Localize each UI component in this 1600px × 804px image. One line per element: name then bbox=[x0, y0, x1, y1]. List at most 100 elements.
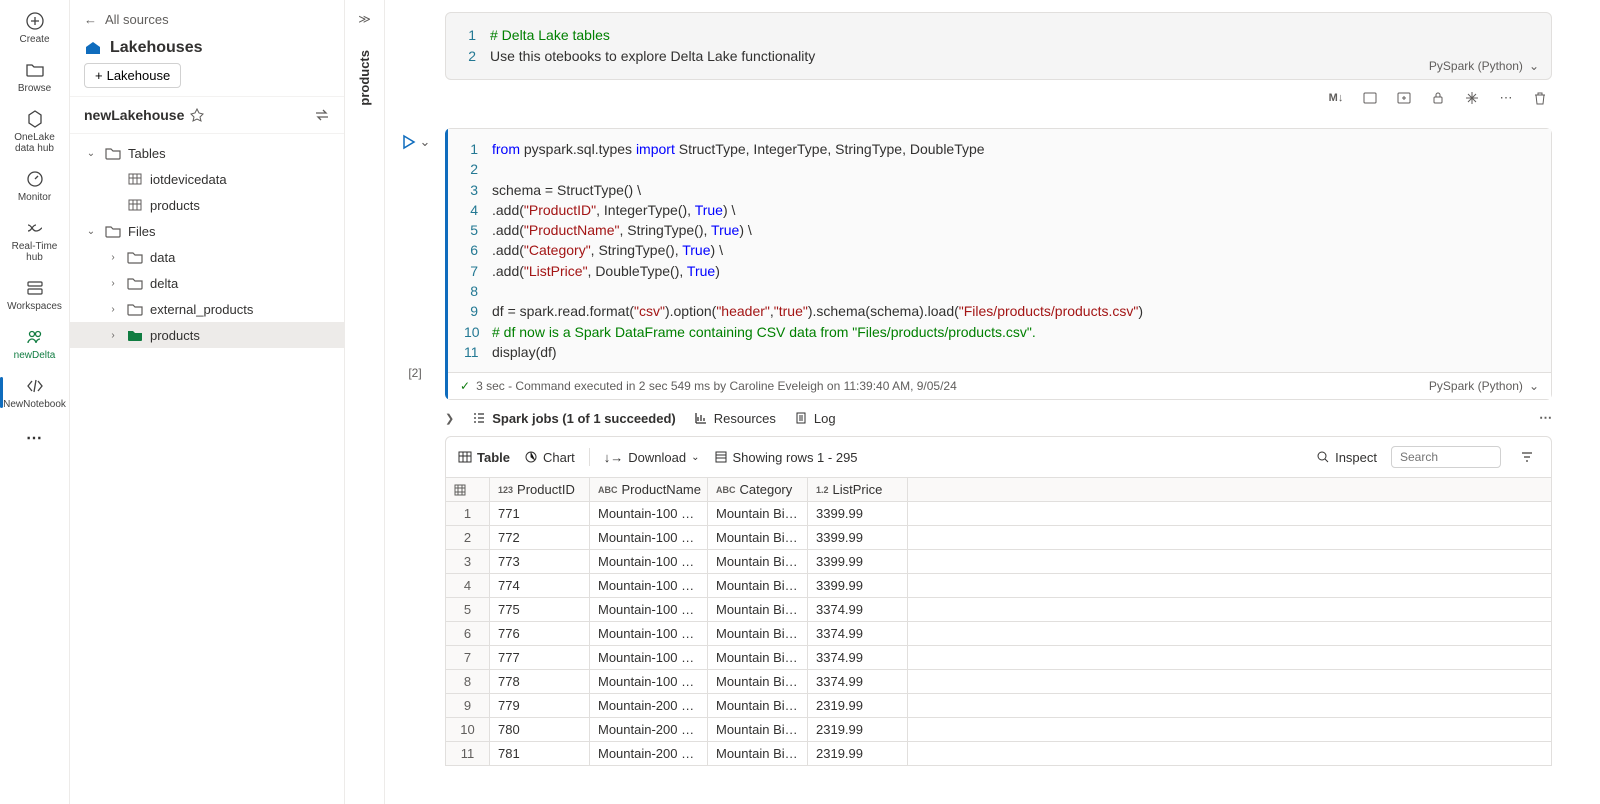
folder-solid-icon bbox=[126, 327, 144, 343]
table-row[interactable]: 5775Mountain-100 Bla...Mountain Bikes337… bbox=[446, 598, 1551, 622]
freeze-icon[interactable] bbox=[1460, 86, 1484, 110]
add-below-icon[interactable] bbox=[1392, 86, 1416, 110]
code-cell[interactable]: 1from pyspark.sql.types import StructTyp… bbox=[445, 128, 1552, 400]
current-lakehouse: newLakehouse bbox=[84, 107, 184, 123]
table-icon bbox=[126, 197, 144, 213]
tree-label: delta bbox=[150, 276, 178, 291]
table-row[interactable]: 11781Mountain-200 Silv...Mountain Bikes2… bbox=[446, 742, 1551, 765]
chevron-icon: › bbox=[106, 304, 120, 315]
table-row[interactable]: 4774Mountain-100 Silv...Mountain Bikes33… bbox=[446, 574, 1551, 598]
tree-label: data bbox=[150, 250, 175, 265]
stream-icon bbox=[24, 217, 46, 239]
rail-onelake[interactable]: OneLake data hub bbox=[5, 102, 65, 160]
chevron-down-icon: ⌄ bbox=[1529, 379, 1539, 393]
run-cell-icon[interactable] bbox=[400, 134, 416, 150]
code-brackets-icon bbox=[24, 375, 46, 397]
tree-item-products[interactable]: ›products bbox=[70, 322, 344, 348]
inspect-button[interactable]: Inspect bbox=[1316, 450, 1377, 465]
results-grid: 123 ProductIDABC ProductNameABC Category… bbox=[445, 478, 1552, 766]
lock-icon[interactable] bbox=[1426, 86, 1450, 110]
tree-item-products[interactable]: products bbox=[70, 192, 344, 218]
folder-icon bbox=[126, 301, 144, 317]
back-all-sources[interactable]: ← All sources bbox=[84, 8, 330, 31]
list-icon bbox=[472, 411, 486, 425]
table-row[interactable]: 2772Mountain-100 Silv...Mountain Bikes33… bbox=[446, 526, 1551, 550]
col-header-Category[interactable]: ABC Category bbox=[708, 478, 808, 501]
arrow-left-icon: ← bbox=[84, 12, 97, 27]
rail-create[interactable]: Create bbox=[5, 4, 65, 51]
table-row[interactable]: 10780Mountain-200 Silv...Mountain Bikes2… bbox=[446, 718, 1551, 742]
output-more-icon[interactable]: ⋯ bbox=[1539, 410, 1552, 426]
spark-jobs-tab[interactable]: Spark jobs (1 of 1 succeeded) bbox=[472, 411, 676, 426]
tree-item-data[interactable]: ›data bbox=[70, 244, 344, 270]
chevron-down-icon: ⌄ bbox=[691, 452, 699, 463]
results-toolbar: Table Chart ↓→ Download ⌄ Showing rows 1… bbox=[445, 436, 1552, 478]
chevron-right-icon[interactable]: ❯ bbox=[445, 412, 454, 425]
sync-icon[interactable] bbox=[314, 107, 330, 123]
folder-icon bbox=[104, 223, 122, 239]
table-row[interactable]: 1771Mountain-100 Silv...Mountain Bikes33… bbox=[446, 502, 1551, 526]
language-selector[interactable]: PySpark (Python) ⌄ bbox=[1429, 59, 1539, 73]
tree-item-files[interactable]: ⌄Files bbox=[70, 218, 344, 244]
rail-browse[interactable]: Browse bbox=[5, 53, 65, 100]
delete-icon[interactable] bbox=[1528, 86, 1552, 110]
language-selector[interactable]: PySpark (Python) ⌄ bbox=[1429, 379, 1539, 393]
chart-view-button[interactable]: Chart bbox=[524, 450, 575, 465]
markdown-toggle-icon[interactable]: M↓ bbox=[1324, 86, 1348, 110]
col-header-ProductID[interactable]: 123 ProductID bbox=[490, 478, 590, 501]
file-tree: ⌄Tablesiotdevicedataproducts⌄Files›data›… bbox=[70, 134, 344, 804]
hexagon-icon bbox=[24, 108, 46, 130]
chevron-down-icon[interactable]: ⌄ bbox=[420, 134, 431, 150]
table-icon bbox=[458, 450, 472, 464]
lakehouses-title: Lakehouses bbox=[84, 31, 330, 63]
pin-icon[interactable] bbox=[190, 108, 204, 122]
search-input[interactable] bbox=[1391, 446, 1501, 468]
vertical-tab-label[interactable]: products bbox=[357, 50, 372, 106]
rail-workspaces[interactable]: Workspaces bbox=[5, 271, 65, 318]
table-row[interactable]: 9779Mountain-200 Silv...Mountain Bikes23… bbox=[446, 694, 1551, 718]
chevron-icon: ⌄ bbox=[84, 148, 98, 159]
explorer-panel: ← All sources Lakehouses + Lakehouse new… bbox=[70, 0, 345, 804]
more-icon[interactable]: ⋯ bbox=[1494, 86, 1518, 110]
chevron-icon: › bbox=[106, 330, 120, 341]
row-index-header[interactable] bbox=[446, 478, 490, 501]
add-lakehouse-button[interactable]: + Lakehouse bbox=[84, 63, 181, 88]
add-above-icon[interactable] bbox=[1358, 86, 1382, 110]
tree-label: iotdevicedata bbox=[150, 172, 227, 187]
rows-info: Showing rows 1 - 295 bbox=[714, 450, 858, 465]
table-view-button[interactable]: Table bbox=[458, 450, 510, 465]
table-row[interactable]: 3773Mountain-100 Silv...Mountain Bikes33… bbox=[446, 550, 1551, 574]
tree-item-tables[interactable]: ⌄Tables bbox=[70, 140, 344, 166]
cell-toolbar: M↓ ⋯ bbox=[385, 80, 1600, 116]
tree-item-external_products[interactable]: ›external_products bbox=[70, 296, 344, 322]
markdown-cell[interactable]: 1# Delta Lake tables2Use this otebooks t… bbox=[445, 12, 1552, 80]
tree-label: products bbox=[150, 198, 200, 213]
cell-footer: ✓ 3 sec - Command executed in 2 sec 549 … bbox=[448, 372, 1551, 399]
filter-icon[interactable] bbox=[1515, 445, 1539, 469]
table-row[interactable]: 7777Mountain-100 Bla...Mountain Bikes337… bbox=[446, 646, 1551, 670]
resources-tab[interactable]: Resources bbox=[694, 411, 776, 426]
folder-icon bbox=[126, 249, 144, 265]
table-row[interactable]: 6776Mountain-100 Bla...Mountain Bikes337… bbox=[446, 622, 1551, 646]
chevron-right-icon[interactable]: ≫ bbox=[354, 8, 375, 30]
rail-newnotebook[interactable]: NewNotebook bbox=[5, 369, 65, 416]
rail-more[interactable]: ⋯ bbox=[5, 418, 65, 454]
rail-newdelta[interactable]: newDelta bbox=[5, 320, 65, 367]
chart-icon bbox=[694, 411, 708, 425]
rows-icon bbox=[714, 450, 728, 464]
nav-rail: Create Browse OneLake data hub Monitor R… bbox=[0, 0, 70, 804]
document-icon bbox=[794, 411, 808, 425]
table-row[interactable]: 8778Mountain-100 Bla...Mountain Bikes337… bbox=[446, 670, 1551, 694]
col-header-ProductName[interactable]: ABC ProductName bbox=[590, 478, 708, 501]
tree-item-iotdevicedata[interactable]: iotdevicedata bbox=[70, 166, 344, 192]
download-button[interactable]: ↓→ Download ⌄ bbox=[604, 450, 700, 465]
rail-realtime[interactable]: Real-Time hub bbox=[5, 211, 65, 269]
tree-item-delta[interactable]: ›delta bbox=[70, 270, 344, 296]
folder-icon bbox=[24, 59, 46, 81]
gauge-icon bbox=[24, 168, 46, 190]
col-header-ListPrice[interactable]: 1.2 ListPrice bbox=[808, 478, 908, 501]
check-icon: ✓ bbox=[460, 379, 470, 393]
rail-monitor[interactable]: Monitor bbox=[5, 162, 65, 209]
lakehouse-icon bbox=[84, 39, 102, 57]
log-tab[interactable]: Log bbox=[794, 411, 836, 426]
